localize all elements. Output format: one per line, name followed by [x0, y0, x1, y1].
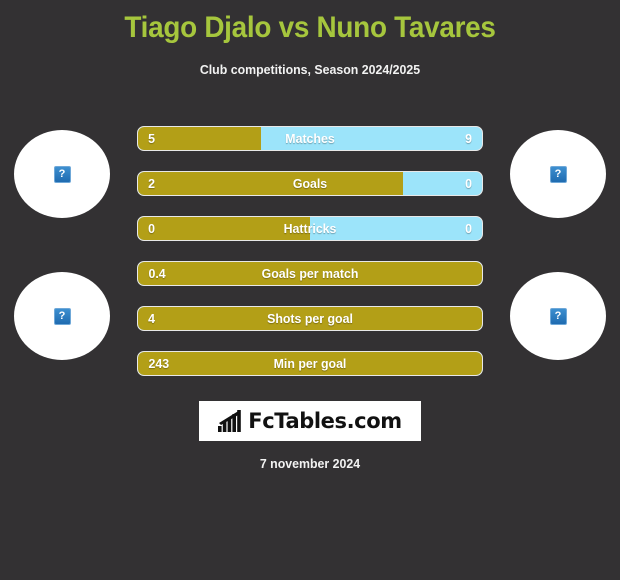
- logo-text: FcTables.com: [248, 409, 402, 433]
- stat-bar-row: 2 Goals 0: [137, 171, 483, 196]
- avatar-left-top: ?: [14, 130, 110, 218]
- stat-bar-label: Matches: [285, 131, 335, 146]
- broken-image-icon: ?: [53, 307, 71, 325]
- stat-bar-label: Min per goal: [273, 356, 347, 371]
- date-label: 7 november 2024: [259, 456, 361, 471]
- stat-bar-away-value: 9: [464, 131, 472, 146]
- stat-bar-label: Hattricks: [283, 221, 337, 236]
- page-subtitle: Club competitions, Season 2024/2025: [199, 62, 421, 77]
- bar-chart-arrow-icon: [218, 410, 242, 432]
- broken-image-icon: ?: [549, 165, 567, 183]
- stat-bar-label: Goals per match: [261, 266, 359, 281]
- avatar-right-top: ?: [510, 130, 606, 218]
- broken-image-icon: ?: [53, 165, 71, 183]
- stat-bars: 5 Matches 9 2 Goals 0 0 Hattricks 0 0.4 Goals per …: [137, 126, 483, 396]
- avatar-right-bottom: ?: [510, 272, 606, 360]
- avatar-left-bottom: ?: [14, 272, 110, 360]
- stat-bar-row: 0 Hattricks 0: [137, 216, 483, 241]
- stat-bar-away-value: 0: [464, 221, 472, 236]
- fctables-logo: FcTables.com: [199, 401, 421, 441]
- header: Tiago Djalo vs Nuno Tavares Club competi…: [0, 0, 620, 77]
- stat-bar-row: 0.4 Goals per match: [137, 261, 483, 286]
- stat-bar-row: 5 Matches 9: [137, 126, 483, 151]
- stat-bar-row: 243 Min per goal: [137, 351, 483, 376]
- stat-bar-label: Shots per goal: [267, 311, 353, 326]
- stat-comparison-page: Tiago Djalo vs Nuno Tavares Club competi…: [0, 0, 620, 580]
- page-title: Tiago Djalo vs Nuno Tavares: [124, 11, 496, 44]
- broken-image-icon: ?: [549, 307, 567, 325]
- stat-bar-row: 4 Shots per goal: [137, 306, 483, 331]
- stat-bar-label: Goals: [292, 176, 328, 191]
- stat-bar-away-value: 0: [464, 176, 472, 191]
